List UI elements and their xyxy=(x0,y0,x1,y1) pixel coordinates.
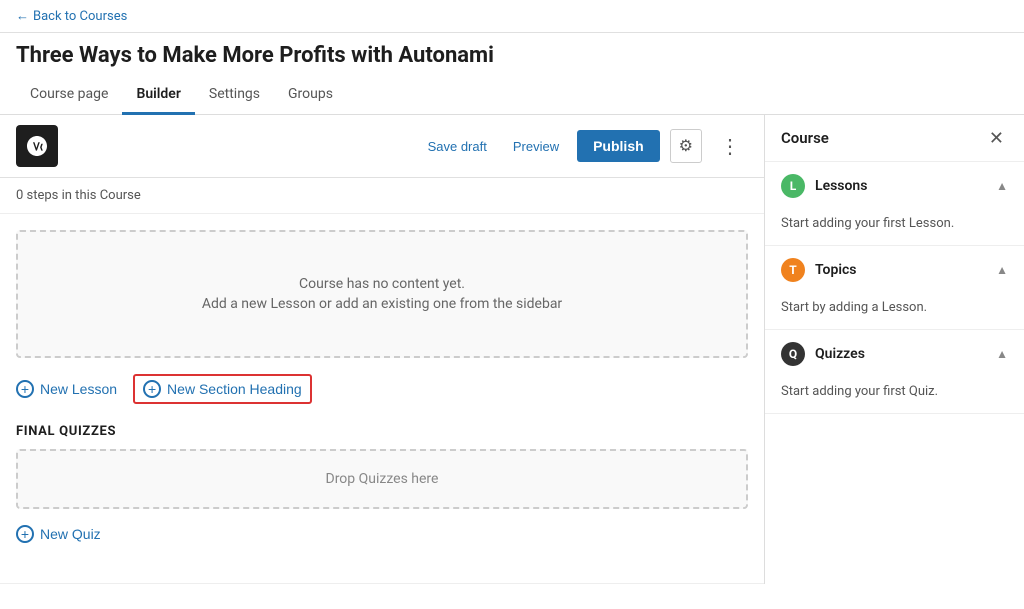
quizzes-label: Quizzes xyxy=(815,346,865,362)
lessons-chevron-icon: ▲ xyxy=(996,179,1008,193)
new-lesson-button[interactable]: + New Lesson xyxy=(16,376,117,402)
new-quiz-plus-icon: + xyxy=(16,525,34,543)
course-content: Course has no content yet. Add a new Les… xyxy=(0,214,764,583)
sidebar-section-quizzes-header[interactable]: Q Quizzes ▲ xyxy=(765,330,1024,378)
topics-badge: T xyxy=(781,258,805,282)
page-title: Three Ways to Make More Profits with Aut… xyxy=(0,33,1024,68)
tab-course-page[interactable]: Course page xyxy=(16,76,122,115)
sidebar-topics-label: T Topics xyxy=(781,258,856,282)
back-arrow-icon: ← xyxy=(16,8,29,24)
drop-zone-line1: Course has no content yet. xyxy=(38,276,726,292)
sidebar-section-topics-header[interactable]: T Topics ▲ xyxy=(765,246,1024,294)
final-quizzes-title: FINAL QUIZZES xyxy=(16,424,748,439)
save-draft-button[interactable]: Save draft xyxy=(420,133,495,160)
toolbar-right: Save draft Preview Publish ⚙ ⋮ xyxy=(420,129,748,163)
back-link-label: Back to Courses xyxy=(33,9,127,24)
sidebar-header: Course ✕ xyxy=(765,115,1024,162)
tab-settings[interactable]: Settings xyxy=(195,76,274,115)
back-to-courses-link[interactable]: ← Back to Courses xyxy=(16,8,127,24)
new-section-heading-label: New Section Heading xyxy=(167,381,302,397)
new-lesson-label: New Lesson xyxy=(40,381,117,397)
sidebar-close-button[interactable]: ✕ xyxy=(985,127,1008,149)
sidebar-section-lessons-header[interactable]: L Lessons ▲ xyxy=(765,162,1024,210)
content-area: Save draft Preview Publish ⚙ ⋮ 0 steps i… xyxy=(0,115,764,584)
sidebar-section-topics: T Topics ▲ Start by adding a Lesson. xyxy=(765,246,1024,330)
quizzes-badge: Q xyxy=(781,342,805,366)
sidebar-quizzes-body: Start adding your first Quiz. xyxy=(765,378,1024,413)
new-section-plus-icon: + xyxy=(143,380,161,398)
top-bar: ← Back to Courses xyxy=(0,0,1024,33)
tab-groups[interactable]: Groups xyxy=(274,76,347,115)
drop-zone-line2: Add a new Lesson or add an existing one … xyxy=(38,296,726,312)
topics-chevron-icon: ▲ xyxy=(996,263,1008,277)
publish-button[interactable]: Publish xyxy=(577,130,660,162)
lessons-badge: L xyxy=(781,174,805,198)
new-section-heading-button[interactable]: + New Section Heading xyxy=(133,374,312,404)
new-quiz-label: New Quiz xyxy=(40,526,101,542)
sidebar-topics-body: Start by adding a Lesson. xyxy=(765,294,1024,329)
actions-row: + New Lesson + New Section Heading xyxy=(16,374,748,404)
bottom-bar: Document xyxy=(0,583,764,584)
lessons-label: Lessons xyxy=(815,178,867,194)
sidebar-section-quizzes: Q Quizzes ▲ Start adding your first Quiz… xyxy=(765,330,1024,414)
toolbar: Save draft Preview Publish ⚙ ⋮ xyxy=(0,115,764,178)
toolbar-left xyxy=(16,125,58,167)
sidebar-section-lessons: L Lessons ▲ Start adding your first Less… xyxy=(765,162,1024,246)
nav-tabs: Course page Builder Settings Groups xyxy=(0,76,1024,115)
quiz-actions-row: + New Quiz xyxy=(16,521,748,547)
quiz-drop-zone: Drop Quizzes here xyxy=(16,449,748,509)
sidebar-lessons-body: Start adding your first Lesson. xyxy=(765,210,1024,245)
quizzes-chevron-icon: ▲ xyxy=(996,347,1008,361)
new-lesson-plus-icon: + xyxy=(16,380,34,398)
tab-builder[interactable]: Builder xyxy=(122,76,194,115)
wordpress-icon xyxy=(25,134,49,158)
sidebar-title: Course xyxy=(781,129,829,147)
topics-label: Topics xyxy=(815,262,856,278)
more-options-button[interactable]: ⋮ xyxy=(712,130,748,163)
steps-info: 0 steps in this Course xyxy=(0,178,764,214)
wp-logo xyxy=(16,125,58,167)
main-area: Save draft Preview Publish ⚙ ⋮ 0 steps i… xyxy=(0,115,1024,584)
sidebar-quizzes-label: Q Quizzes xyxy=(781,342,865,366)
settings-gear-button[interactable]: ⚙ xyxy=(670,129,702,163)
course-drop-zone: Course has no content yet. Add a new Les… xyxy=(16,230,748,358)
sidebar: Course ✕ L Lessons ▲ Start adding your f… xyxy=(764,115,1024,584)
sidebar-lessons-label: L Lessons xyxy=(781,174,867,198)
preview-button[interactable]: Preview xyxy=(505,133,567,160)
new-quiz-button[interactable]: + New Quiz xyxy=(16,521,101,547)
